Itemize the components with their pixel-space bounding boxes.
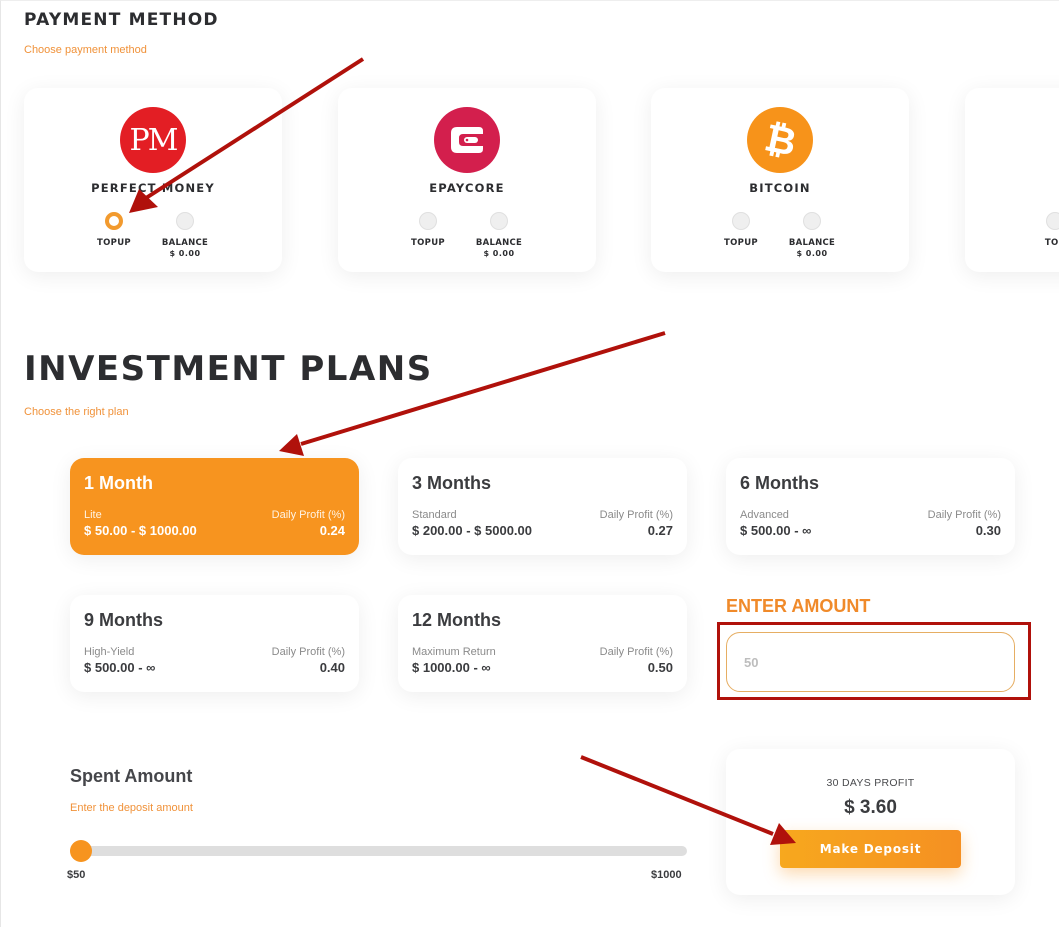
topup-radio[interactable] xyxy=(732,212,750,230)
daily-profit-label: Daily Profit (%) xyxy=(599,646,673,658)
make-deposit-button[interactable]: Make Deposit xyxy=(780,830,961,868)
slider-min-label: $50 xyxy=(67,869,86,881)
balance-radio[interactable] xyxy=(490,212,508,230)
daily-profit-label: Daily Profit (%) xyxy=(927,509,1001,521)
topup-label: TOPUP xyxy=(724,238,758,248)
daily-profit-label: Daily Profit (%) xyxy=(271,646,345,658)
plan-range: $ 50.00 - $ 1000.00 xyxy=(84,523,197,538)
payment-method-heading: PAYMENT METHOD xyxy=(24,10,219,30)
investment-plans-heading: INVESTMENT PLANS xyxy=(24,349,433,389)
plan-tier: Maximum Return xyxy=(412,646,496,658)
daily-profit-value: 0.50 xyxy=(647,660,673,675)
topup-label: TOPUP xyxy=(411,238,445,248)
daily-profit-value: 0.30 xyxy=(975,523,1001,538)
topup-radio[interactable] xyxy=(419,212,437,230)
amount-input[interactable] xyxy=(726,632,1015,692)
daily-profit-value: 0.40 xyxy=(319,660,345,675)
plan-title: 3 Months xyxy=(412,473,491,493)
daily-profit-value: 0.27 xyxy=(647,523,673,538)
plan-range: $ 500.00 - ∞ xyxy=(84,660,156,675)
topup-label: TOP xyxy=(1044,238,1059,248)
balance-value: $ 0.00 xyxy=(796,249,828,258)
perfect-money-logo-text: PM xyxy=(129,122,179,158)
balance-label: BALANCE xyxy=(788,238,836,248)
balance-value: $ 0.00 xyxy=(483,249,515,258)
topup-label: TOPUP xyxy=(97,238,131,248)
plan-title: 9 Months xyxy=(84,610,163,630)
plan-card-6-months[interactable]: 6 Months Advanced $ 500.00 - ∞ Daily Pro… xyxy=(726,458,1015,555)
spent-amount-heading: Spent Amount xyxy=(70,766,193,786)
slider-handle[interactable] xyxy=(70,840,92,862)
payment-card-bitcoin[interactable]: ₿ BITCOIN TOPUP BALANCE $ 0.00 xyxy=(651,88,909,272)
plan-tier: High-Yield xyxy=(84,646,135,658)
payment-method-name: EPAYCORE xyxy=(429,181,505,195)
perfect-money-logo-icon: PM xyxy=(120,107,186,173)
plan-card-9-months[interactable]: 9 Months High-Yield $ 500.00 - ∞ Daily P… xyxy=(70,595,359,692)
plan-tier: Standard xyxy=(412,509,457,521)
profit-value: $ 3.60 xyxy=(844,797,897,818)
balance-label: BALANCE xyxy=(475,238,523,248)
daily-profit-label: Daily Profit (%) xyxy=(599,509,673,521)
plan-title: 12 Months xyxy=(412,610,502,630)
spent-amount-subtitle: Enter the deposit amount xyxy=(70,802,193,814)
amount-slider[interactable] xyxy=(70,840,687,862)
plan-card-1-month[interactable]: 1 Month Lite $ 50.00 - $ 1000.00 Daily P… xyxy=(70,458,359,555)
balance-radio[interactable] xyxy=(176,212,194,230)
plan-tier: Lite xyxy=(84,509,102,521)
daily-profit-value: 0.24 xyxy=(319,523,345,538)
payment-method-subtitle: Choose payment method xyxy=(24,44,147,56)
plan-range: $ 500.00 - ∞ xyxy=(740,523,812,538)
bitcoin-logo-icon: ₿ xyxy=(747,107,813,173)
slider-max-label: $1000 xyxy=(651,869,682,881)
investment-plans-subtitle: Choose the right plan xyxy=(24,406,129,418)
profit-label: 30 DAYS PROFIT xyxy=(826,777,915,789)
plan-title: 6 Months xyxy=(740,473,819,493)
balance-label: BALANCE xyxy=(161,238,209,248)
plan-range: $ 1000.00 - ∞ xyxy=(412,660,491,675)
payment-card-partial[interactable]: TOP xyxy=(965,88,1059,272)
bitcoin-symbol: ₿ xyxy=(760,114,800,165)
plan-title: 1 Month xyxy=(84,473,153,493)
profit-summary-card: 30 DAYS PROFIT $ 3.60 Make Deposit xyxy=(726,749,1015,895)
plan-card-12-months[interactable]: 12 Months Maximum Return $ 1000.00 - ∞ D… xyxy=(398,595,687,692)
epaycore-logo-icon xyxy=(434,107,500,173)
topup-radio[interactable] xyxy=(1046,212,1059,230)
payment-method-name: BITCOIN xyxy=(749,181,811,195)
daily-profit-label: Daily Profit (%) xyxy=(271,509,345,521)
payment-card-perfect-money[interactable]: PM PERFECT MONEY TOPUP BALANCE $ 0.00 xyxy=(24,88,282,272)
plan-card-3-months[interactable]: 3 Months Standard $ 200.00 - $ 5000.00 D… xyxy=(398,458,687,555)
balance-radio[interactable] xyxy=(803,212,821,230)
plan-tier: Advanced xyxy=(740,509,789,521)
payment-card-epaycore[interactable]: EPAYCORE TOPUP BALANCE $ 0.00 xyxy=(338,88,596,272)
enter-amount-label: ENTER AMOUNT xyxy=(726,596,871,616)
balance-value: $ 0.00 xyxy=(169,249,201,258)
topup-radio[interactable] xyxy=(105,212,123,230)
plan-range: $ 200.00 - $ 5000.00 xyxy=(412,523,532,538)
payment-method-name: PERFECT MONEY xyxy=(91,181,215,195)
